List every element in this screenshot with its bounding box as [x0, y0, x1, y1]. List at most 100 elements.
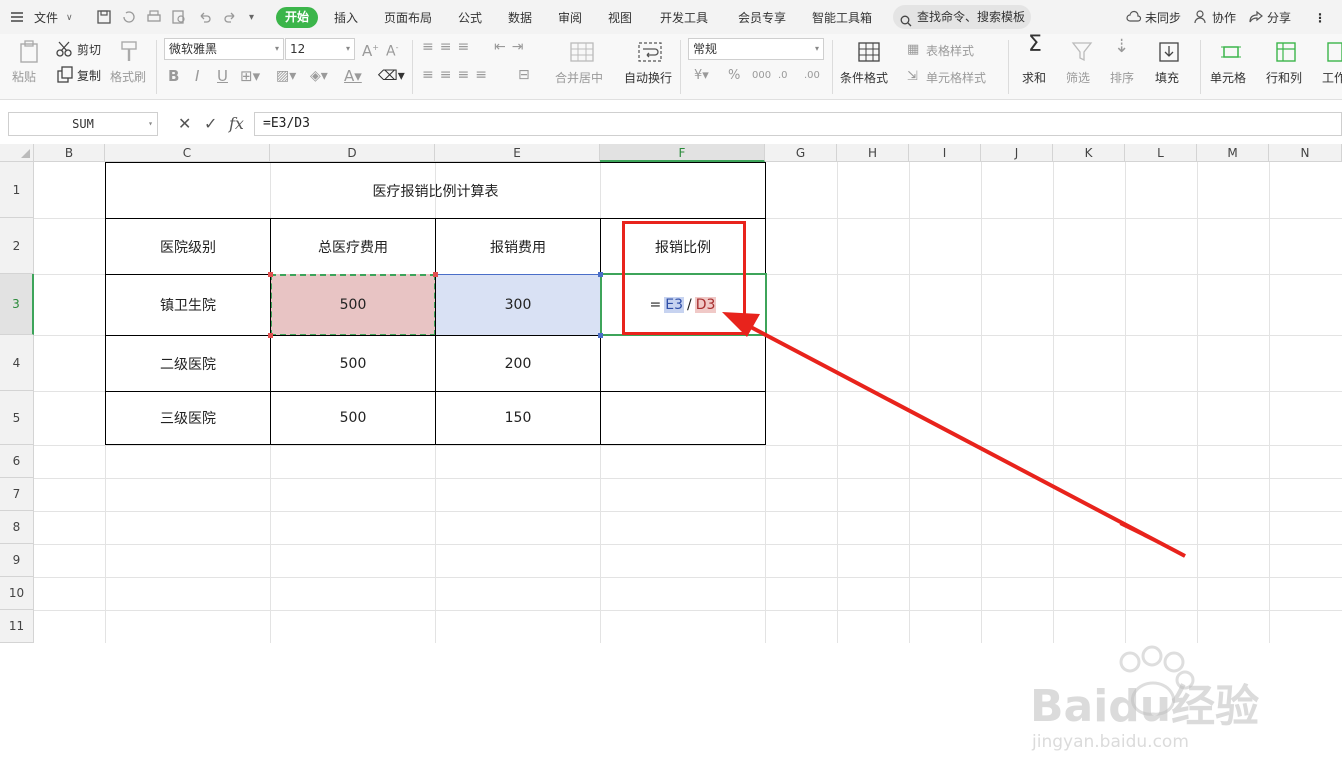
- font-size-value: 12: [290, 42, 306, 56]
- chevron-down-icon: ▾: [274, 44, 279, 53]
- fill-button[interactable]: 填充: [1155, 71, 1179, 85]
- decrease-font-icon[interactable]: A-: [386, 41, 398, 59]
- cell-style-button[interactable]: 单元格样式: [926, 71, 986, 85]
- ribbon-separator: [1200, 40, 1201, 94]
- sum-button[interactable]: 求和: [1022, 71, 1046, 85]
- tab-data[interactable]: 数据: [508, 9, 532, 27]
- sync-status[interactable]: 未同步: [1145, 9, 1181, 27]
- font-color-icon[interactable]: A▾: [344, 69, 362, 84]
- menu-bar: 文件 ∨ ▾ 开始 插入 页面布局 公式 数据 审阅 视图 开发工具 会员专享 …: [0, 0, 1342, 34]
- distributed-align-icon[interactable]: ⊟: [518, 68, 530, 82]
- share-icon[interactable]: [1248, 9, 1264, 25]
- collaborate-icon[interactable]: [1193, 9, 1209, 25]
- tab-formulas[interactable]: 公式: [458, 9, 482, 27]
- table-style-icon[interactable]: ▦: [907, 43, 919, 57]
- decrease-decimal-icon[interactable]: .00: [804, 69, 820, 83]
- cell-shading-icon[interactable]: ▨▾: [276, 69, 296, 83]
- confirm-icon[interactable]: ✓: [204, 114, 217, 133]
- eraser-icon[interactable]: ⌫▾: [378, 69, 405, 83]
- more-options-icon[interactable]: ⋮: [1314, 9, 1326, 27]
- tab-view[interactable]: 视图: [608, 9, 632, 27]
- ribbon-separator: [156, 40, 157, 94]
- worksheet-icon[interactable]: [1326, 41, 1342, 62]
- increase-font-icon[interactable]: A+: [362, 41, 379, 59]
- underline-icon[interactable]: U: [217, 69, 228, 84]
- fill-down-icon[interactable]: [1158, 41, 1179, 62]
- sort-icon[interactable]: ⇣: [1114, 38, 1129, 56]
- wrap-text-button[interactable]: 自动换行: [624, 71, 672, 85]
- undo-history-icon[interactable]: [121, 9, 137, 25]
- spreadsheet-grid[interactable]: B C D E F G H I J K L M N 1 2 3 4 5 6 7 …: [0, 144, 1342, 752]
- quick-access-dropdown-icon[interactable]: ▾: [249, 9, 254, 27]
- tab-review[interactable]: 审阅: [558, 9, 582, 27]
- formula-input[interactable]: =E3/D3: [254, 112, 1342, 136]
- cut-button[interactable]: 剪切: [77, 43, 101, 57]
- paste-icon[interactable]: [18, 40, 38, 63]
- border-icon[interactable]: ⊞▾: [240, 69, 260, 84]
- collaborate-button[interactable]: 协作: [1212, 9, 1236, 27]
- share-button[interactable]: 分享: [1267, 9, 1291, 27]
- print-icon[interactable]: [146, 9, 162, 25]
- tab-developer[interactable]: 开发工具: [660, 9, 708, 27]
- vertical-align-icons[interactable]: ≡≡≡: [422, 40, 475, 54]
- cloud-sync-icon[interactable]: [1126, 9, 1142, 25]
- hamburger-menu-icon[interactable]: [10, 10, 26, 26]
- name-box-value: SUM: [72, 117, 94, 131]
- ribbon-separator: [1008, 40, 1009, 94]
- row-column-icon[interactable]: [1275, 41, 1296, 62]
- conditional-format-icon[interactable]: [858, 42, 880, 62]
- copy-icon[interactable]: [56, 66, 76, 86]
- wrap-text-icon[interactable]: [638, 42, 662, 62]
- file-menu-chevron-icon[interactable]: ∨: [66, 9, 73, 27]
- indent-icons[interactable]: ⇤⇥: [494, 40, 529, 54]
- paste-button[interactable]: 粘贴: [12, 70, 36, 84]
- font-name-select[interactable]: 微软雅黑 ▾: [164, 38, 284, 60]
- scissors-icon[interactable]: [56, 40, 76, 60]
- save-icon[interactable]: [96, 9, 112, 25]
- conditional-format-button[interactable]: 条件格式: [840, 71, 888, 85]
- sort-button[interactable]: 排序: [1110, 71, 1134, 85]
- merge-center-button[interactable]: 合并居中: [555, 71, 603, 85]
- cell-style-icon[interactable]: ⇲: [907, 70, 918, 84]
- file-menu[interactable]: 文件: [34, 9, 58, 27]
- annotation-arrow: [722, 312, 1186, 558]
- cell-button[interactable]: 单元格: [1210, 71, 1246, 85]
- worksheet-button[interactable]: 工作: [1322, 71, 1342, 85]
- print-preview-icon[interactable]: [171, 9, 187, 25]
- copy-button[interactable]: 复制: [77, 69, 101, 83]
- merge-center-icon[interactable]: [570, 42, 594, 62]
- insert-function-icon[interactable]: fx: [229, 114, 244, 133]
- filter-icon[interactable]: [1071, 41, 1093, 62]
- ribbon-separator: [412, 40, 413, 94]
- format-painter-icon[interactable]: [118, 40, 138, 61]
- watermark-brand: Baidu经验: [1030, 681, 1260, 732]
- table-style-button[interactable]: 表格样式: [926, 44, 974, 58]
- cell-icon[interactable]: [1220, 41, 1241, 61]
- name-box[interactable]: SUM ▾: [8, 112, 158, 136]
- tab-page-layout[interactable]: 页面布局: [384, 9, 432, 27]
- percent-icon[interactable]: %: [728, 69, 740, 83]
- bold-icon[interactable]: B: [168, 69, 179, 84]
- thousands-icon[interactable]: 000: [752, 69, 771, 83]
- format-painter-button[interactable]: 格式刷: [110, 70, 146, 84]
- sum-icon[interactable]: Σ: [1028, 34, 1042, 56]
- command-search-box[interactable]: 查找命令、搜索模板: [893, 5, 1031, 29]
- filter-button[interactable]: 筛选: [1066, 71, 1090, 85]
- italic-icon[interactable]: I: [195, 69, 199, 84]
- tab-smart-toolbox[interactable]: 智能工具箱: [812, 9, 872, 27]
- horizontal-align-icons[interactable]: ≡≡≡≡: [422, 68, 493, 82]
- undo-icon[interactable]: [197, 9, 213, 25]
- tab-insert[interactable]: 插入: [334, 9, 358, 27]
- row-column-button[interactable]: 行和列: [1266, 71, 1302, 85]
- increase-decimal-icon[interactable]: .0: [778, 69, 788, 83]
- tab-member[interactable]: 会员专享: [738, 9, 786, 27]
- number-format-select[interactable]: 常规 ▾: [688, 38, 824, 60]
- font-size-select[interactable]: 12 ▾: [285, 38, 355, 60]
- currency-icon[interactable]: ¥▾: [694, 69, 709, 83]
- cancel-icon[interactable]: ✕: [178, 114, 191, 133]
- redo-icon[interactable]: [222, 9, 238, 25]
- tab-start[interactable]: 开始: [276, 7, 318, 28]
- chevron-down-icon: ▾: [345, 44, 350, 53]
- command-search-placeholder: 查找命令、搜索模板: [917, 10, 1026, 24]
- fill-color-icon[interactable]: ◈▾: [310, 69, 328, 83]
